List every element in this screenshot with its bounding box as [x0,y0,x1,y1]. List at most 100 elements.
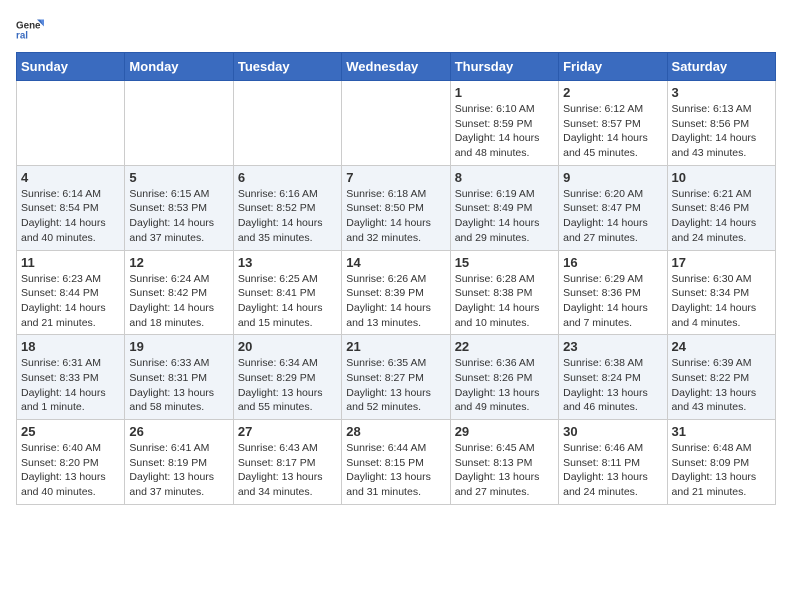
calendar-week-row: 4 Sunrise: 6:14 AMSunset: 8:54 PMDaylight… [17,165,776,250]
day-info: Sunrise: 6:29 AMSunset: 8:36 PMDaylight:… [563,272,662,331]
calendar-cell: 1Sunrise: 6:10 AMSunset: 8:59 PMDaylight… [450,81,558,166]
day-info: Sunrise: 6:41 AMSunset: 8:19 PMDaylight:… [129,441,228,500]
day-number: 5 [129,170,228,185]
day-info: Sunrise: 6:33 AMSunset: 8:31 PMDaylight:… [129,356,228,415]
calendar-cell: 26 Sunrise: 6:41 AMSunset: 8:19 PMDayligh… [125,420,233,505]
logo-icon: Gene ral [16,16,44,44]
day-number: 13 [238,255,337,270]
day-info: Sunrise: 6:36 AMSunset: 8:26 PMDaylight:… [455,356,554,415]
day-info: Sunrise: 6:21 AMSunset: 8:46 PMDaylight:… [672,187,771,246]
day-info: Sunrise: 6:20 AMSunset: 8:47 PMDaylight:… [563,187,662,246]
day-number: 21 [346,339,445,354]
day-number: 30 [563,424,662,439]
calendar-header-wednesday: Wednesday [342,53,450,81]
calendar-cell: 21Sunrise: 6:35 AMSunset: 8:27 PMDayligh… [342,335,450,420]
day-number: 9 [563,170,662,185]
day-info: Sunrise: 6:24 AMSunset: 8:42 PMDaylight:… [129,272,228,331]
day-number: 31 [672,424,771,439]
calendar-cell: 9 Sunrise: 6:20 AMSunset: 8:47 PMDaylight… [559,165,667,250]
day-info: Sunrise: 6:12 AMSunset: 8:57 PMDaylight:… [563,102,662,161]
day-number: 29 [455,424,554,439]
day-number: 8 [455,170,554,185]
day-info: Sunrise: 6:25 AMSunset: 8:41 PMDaylight:… [238,272,337,331]
calendar-cell: 10 Sunrise: 6:21 AMSunset: 8:46 PMDayligh… [667,165,775,250]
calendar-header-friday: Friday [559,53,667,81]
calendar-cell: 18 Sunrise: 6:31 AMSunset: 8:33 PMDayligh… [17,335,125,420]
calendar-cell: 11 Sunrise: 6:23 AMSunset: 8:44 PMDayligh… [17,250,125,335]
calendar-cell: 14Sunrise: 6:26 AMSunset: 8:39 PMDayligh… [342,250,450,335]
calendar-header-saturday: Saturday [667,53,775,81]
calendar-week-row: 11 Sunrise: 6:23 AMSunset: 8:44 PMDayligh… [17,250,776,335]
day-info: Sunrise: 6:19 AMSunset: 8:49 PMDaylight:… [455,187,554,246]
calendar-cell: 12 Sunrise: 6:24 AMSunset: 8:42 PMDayligh… [125,250,233,335]
day-info: Sunrise: 6:40 AMSunset: 8:20 PMDaylight:… [21,441,120,500]
day-number: 20 [238,339,337,354]
calendar-cell: 22 Sunrise: 6:36 AMSunset: 8:26 PMDayligh… [450,335,558,420]
day-number: 16 [563,255,662,270]
calendar-cell: 3 Sunrise: 6:13 AMSunset: 8:56 PMDaylight… [667,81,775,166]
day-info: Sunrise: 6:45 AMSunset: 8:13 PMDaylight:… [455,441,554,500]
calendar-header-sunday: Sunday [17,53,125,81]
day-number: 7 [346,170,445,185]
day-number: 11 [21,255,120,270]
day-info: Sunrise: 6:30 AMSunset: 8:34 PMDaylight:… [672,272,771,331]
day-number: 19 [129,339,228,354]
calendar-cell: 8 Sunrise: 6:19 AMSunset: 8:49 PMDaylight… [450,165,558,250]
day-number: 17 [672,255,771,270]
calendar-cell: 15 Sunrise: 6:28 AMSunset: 8:38 PMDayligh… [450,250,558,335]
calendar-cell: 30 Sunrise: 6:46 AMSunset: 8:11 PMDayligh… [559,420,667,505]
calendar-cell [17,81,125,166]
day-number: 24 [672,339,771,354]
calendar-cell: 16 Sunrise: 6:29 AMSunset: 8:36 PMDayligh… [559,250,667,335]
calendar-cell [342,81,450,166]
day-number: 23 [563,339,662,354]
day-number: 18 [21,339,120,354]
day-number: 10 [672,170,771,185]
header: Gene ral [16,16,776,44]
day-info: Sunrise: 6:13 AMSunset: 8:56 PMDaylight:… [672,102,771,161]
day-number: 4 [21,170,120,185]
day-info: Sunrise: 6:34 AMSunset: 8:29 PMDaylight:… [238,356,337,415]
day-info: Sunrise: 6:23 AMSunset: 8:44 PMDaylight:… [21,272,120,331]
calendar-week-row: 25Sunrise: 6:40 AMSunset: 8:20 PMDayligh… [17,420,776,505]
calendar-cell [233,81,341,166]
day-info: Sunrise: 6:14 AMSunset: 8:54 PMDaylight:… [21,187,120,246]
day-number: 28 [346,424,445,439]
calendar-cell: 13 Sunrise: 6:25 AMSunset: 8:41 PMDayligh… [233,250,341,335]
day-number: 26 [129,424,228,439]
day-number: 27 [238,424,337,439]
day-number: 15 [455,255,554,270]
day-number: 3 [672,85,771,100]
calendar-cell: 4 Sunrise: 6:14 AMSunset: 8:54 PMDaylight… [17,165,125,250]
calendar-cell: 19 Sunrise: 6:33 AMSunset: 8:31 PMDayligh… [125,335,233,420]
day-info: Sunrise: 6:28 AMSunset: 8:38 PMDaylight:… [455,272,554,331]
calendar-week-row: 18 Sunrise: 6:31 AMSunset: 8:33 PMDayligh… [17,335,776,420]
day-info: Sunrise: 6:48 AMSunset: 8:09 PMDaylight:… [672,441,771,500]
calendar-cell: 27 Sunrise: 6:43 AMSunset: 8:17 PMDayligh… [233,420,341,505]
day-info: Sunrise: 6:39 AMSunset: 8:22 PMDaylight:… [672,356,771,415]
day-info: Sunrise: 6:10 AMSunset: 8:59 PMDaylight:… [455,102,554,161]
day-info: Sunrise: 6:31 AMSunset: 8:33 PMDaylight:… [21,356,120,415]
calendar-cell: 24 Sunrise: 6:39 AMSunset: 8:22 PMDayligh… [667,335,775,420]
calendar-cell [125,81,233,166]
calendar-cell: 31 Sunrise: 6:48 AMSunset: 8:09 PMDayligh… [667,420,775,505]
day-info: Sunrise: 6:46 AMSunset: 8:11 PMDaylight:… [563,441,662,500]
day-info: Sunrise: 6:18 AMSunset: 8:50 PMDaylight:… [346,187,445,246]
day-info: Sunrise: 6:16 AMSunset: 8:52 PMDaylight:… [238,187,337,246]
calendar: SundayMondayTuesdayWednesdayThursdayFrid… [16,52,776,505]
calendar-header-monday: Monday [125,53,233,81]
calendar-cell: 7 Sunrise: 6:18 AMSunset: 8:50 PMDaylight… [342,165,450,250]
calendar-header-tuesday: Tuesday [233,53,341,81]
calendar-cell: 29 Sunrise: 6:45 AMSunset: 8:13 PMDayligh… [450,420,558,505]
day-info: Sunrise: 6:44 AMSunset: 8:15 PMDaylight:… [346,441,445,500]
calendar-header-thursday: Thursday [450,53,558,81]
calendar-week-row: 1Sunrise: 6:10 AMSunset: 8:59 PMDaylight… [17,81,776,166]
calendar-cell: 25Sunrise: 6:40 AMSunset: 8:20 PMDayligh… [17,420,125,505]
calendar-cell: 5Sunrise: 6:15 AMSunset: 8:53 PMDaylight… [125,165,233,250]
day-info: Sunrise: 6:43 AMSunset: 8:17 PMDaylight:… [238,441,337,500]
day-number: 22 [455,339,554,354]
day-number: 12 [129,255,228,270]
calendar-header-row: SundayMondayTuesdayWednesdayThursdayFrid… [17,53,776,81]
calendar-cell: 6Sunrise: 6:16 AMSunset: 8:52 PMDaylight… [233,165,341,250]
svg-text:ral: ral [16,30,28,41]
